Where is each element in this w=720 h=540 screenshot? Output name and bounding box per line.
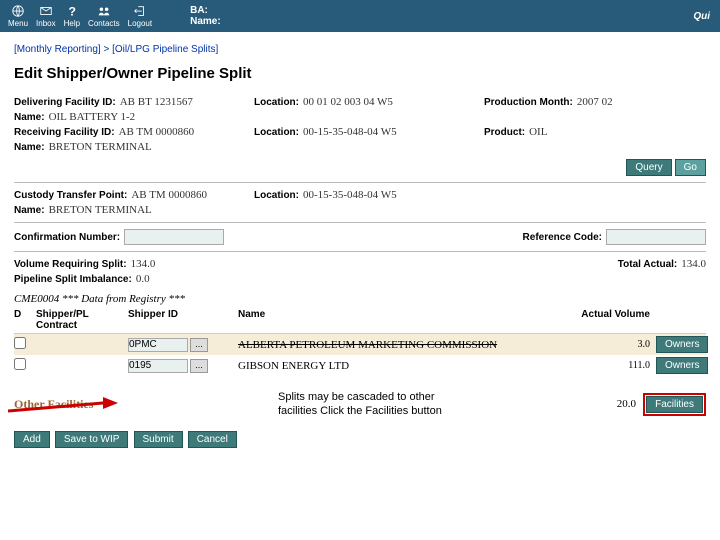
menu-button[interactable]: Menu	[8, 4, 28, 28]
breadcrumb-pipeline-splits[interactable]: [Oil/LPG Pipeline Splits]	[112, 44, 218, 55]
table-row: ... ALBERTA PETROLEUM MARKETING COMMISSI…	[14, 334, 706, 355]
receiving-facility-label: Receiving Facility ID:	[14, 127, 115, 138]
question-icon: ?	[65, 4, 79, 18]
inbox-button[interactable]: Inbox	[36, 4, 56, 28]
header-actual-volume: Actual Volume	[546, 309, 656, 331]
qui-label: Qui	[693, 11, 710, 22]
delivering-facility-label: Delivering Facility ID:	[14, 97, 116, 108]
total-actual-label: Total Actual:	[618, 259, 677, 270]
cancel-button[interactable]: Cancel	[188, 431, 237, 448]
lookup-button[interactable]: ...	[190, 338, 208, 352]
shipper-name: GIBSON ENERGY LTD	[238, 360, 546, 372]
total-actual-value: 134.0	[681, 258, 706, 270]
logout-button[interactable]: Logout	[128, 4, 152, 28]
owners-button[interactable]: Owners	[656, 357, 708, 374]
delivering-location-label: Location:	[254, 97, 299, 108]
reference-code-label: Reference Code:	[523, 232, 602, 243]
product-label: Product:	[484, 127, 525, 138]
query-button[interactable]: Query	[626, 159, 671, 176]
table-header: D Shipper/PL Contract Shipper ID Name Ac…	[14, 309, 706, 334]
ba-info: BA: Name:	[190, 5, 221, 27]
facilities-button[interactable]: Facilities	[646, 396, 703, 413]
logout-icon	[133, 4, 147, 18]
receiving-name-label: Name:	[14, 142, 45, 153]
shipper-name: ALBERTA PETROLEUM MARKETING COMMISSION	[238, 339, 546, 351]
receiving-location-value: 00-15-35-048-04 W5	[303, 126, 397, 138]
pipeline-split-imbalance-value: 0.0	[136, 273, 150, 285]
production-month-label: Production Month:	[484, 97, 573, 108]
delivering-name-value: OIL BATTERY 1-2	[49, 111, 136, 123]
row-delete-checkbox[interactable]	[14, 337, 26, 349]
ctp-label: Custody Transfer Point:	[14, 190, 127, 201]
submit-button[interactable]: Submit	[134, 431, 183, 448]
shipper-id-input[interactable]	[128, 359, 188, 373]
production-month-value: 2007 02	[577, 96, 613, 108]
callout-text: Splits may be cascaded to other faciliti…	[274, 386, 464, 423]
receiving-location-label: Location:	[254, 127, 299, 138]
confirmation-number-label: Confirmation Number:	[14, 232, 120, 243]
cme-message: CME0004 *** Data from Registry ***	[14, 293, 706, 305]
delivering-name-label: Name:	[14, 112, 45, 123]
delivering-facility-value: AB BT 1231567	[120, 96, 193, 108]
actual-volume-value: 111.0	[546, 360, 656, 371]
volume-requiring-split-value: 134.0	[131, 258, 156, 270]
breadcrumb: [Monthly Reporting] > [Oil/LPG Pipeline …	[14, 44, 706, 55]
envelope-icon	[39, 4, 53, 18]
help-button[interactable]: ? Help	[64, 4, 80, 28]
ctp-location-label: Location:	[254, 190, 299, 201]
contacts-button[interactable]: Contacts	[88, 4, 120, 28]
ctp-location-value: 00-15-35-048-04 W5	[303, 189, 397, 201]
reference-code-input[interactable]	[606, 229, 706, 245]
ctp-value: AB TM 0000860	[131, 189, 207, 201]
owners-button[interactable]: Owners	[656, 336, 708, 353]
table-row: ... GIBSON ENERGY LTD 111.0 Owners	[14, 355, 706, 376]
people-icon	[97, 4, 111, 18]
header-shipper-id: Shipper ID	[128, 309, 238, 331]
pipeline-split-imbalance-label: Pipeline Split Imbalance:	[14, 274, 132, 285]
row-delete-checkbox[interactable]	[14, 358, 26, 370]
page-title: Edit Shipper/Owner Pipeline Split	[14, 65, 706, 82]
delivering-location-value: 00 01 02 003 04 W5	[303, 96, 393, 108]
top-navigation-bar: Menu Inbox ? Help Contacts Logout BA: Na…	[0, 0, 720, 32]
add-button[interactable]: Add	[14, 431, 50, 448]
header-name: Name	[238, 309, 546, 331]
header-shipper-pl-contract: Shipper/PL Contract	[36, 309, 128, 331]
save-to-wip-button[interactable]: Save to WIP	[55, 431, 129, 448]
ctp-name-label: Name:	[14, 205, 45, 216]
go-button[interactable]: Go	[675, 159, 706, 176]
shipper-id-input[interactable]	[128, 338, 188, 352]
actual-volume-value: 3.0	[546, 339, 656, 350]
product-value: OIL	[529, 126, 547, 138]
confirmation-number-input[interactable]	[124, 229, 224, 245]
globe-icon	[11, 4, 25, 18]
breadcrumb-monthly-reporting[interactable]: [Monthly Reporting]	[14, 44, 101, 55]
lookup-button[interactable]: ...	[190, 359, 208, 373]
arrow-icon	[8, 397, 118, 417]
volume-requiring-split-label: Volume Requiring Split:	[14, 259, 127, 270]
receiving-facility-value: AB TM 0000860	[119, 126, 195, 138]
ctp-name-value: BRETON TERMINAL	[49, 204, 152, 216]
other-facilities-amount: 20.0	[617, 398, 636, 410]
receiving-name-value: BRETON TERMINAL	[49, 141, 152, 153]
svg-text:?: ?	[68, 4, 75, 18]
